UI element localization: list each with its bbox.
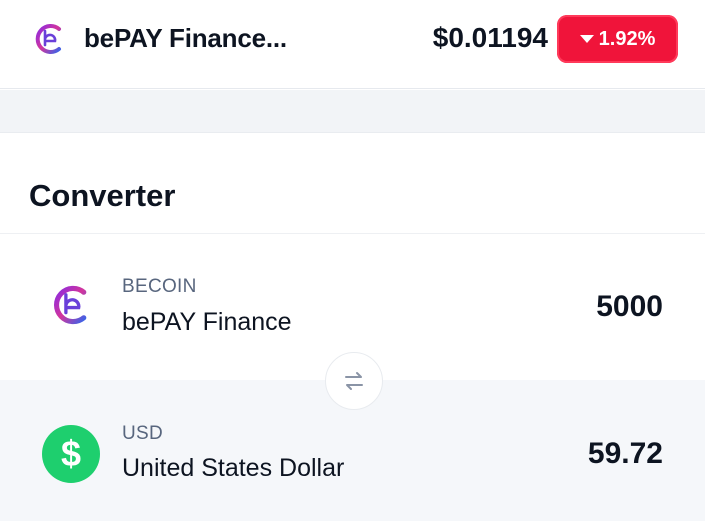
caret-down-icon: [579, 35, 594, 43]
swap-button[interactable]: [325, 352, 383, 410]
converter-title: Converter: [29, 178, 176, 213]
price-change-value: 1.92%: [598, 27, 656, 50]
bepay-logo-icon: [35, 24, 61, 54]
to-name: United States Dollar: [122, 454, 345, 482]
to-amount-input[interactable]: 59.72: [588, 437, 663, 471]
dollar-sign-icon: $: [42, 425, 100, 483]
from-amount-input[interactable]: 5000: [596, 290, 663, 324]
swap-arrows-icon: [345, 372, 363, 390]
to-symbol: USD: [122, 423, 164, 444]
coin-page: bePAY Finance... $0.01194 1.92% Converte…: [0, 0, 705, 521]
header-bar: bePAY Finance... $0.01194 1.92%: [0, 0, 705, 88]
from-symbol: BECOIN: [122, 276, 197, 297]
coin-price: $0.01194: [432, 22, 548, 53]
price-change-badge: 1.92%: [557, 15, 678, 63]
coin-name: bePAY Finance...: [84, 23, 287, 53]
section-separator: [0, 90, 705, 133]
from-name: bePAY Finance: [122, 308, 292, 336]
bepay-logo-icon: [54, 285, 87, 325]
